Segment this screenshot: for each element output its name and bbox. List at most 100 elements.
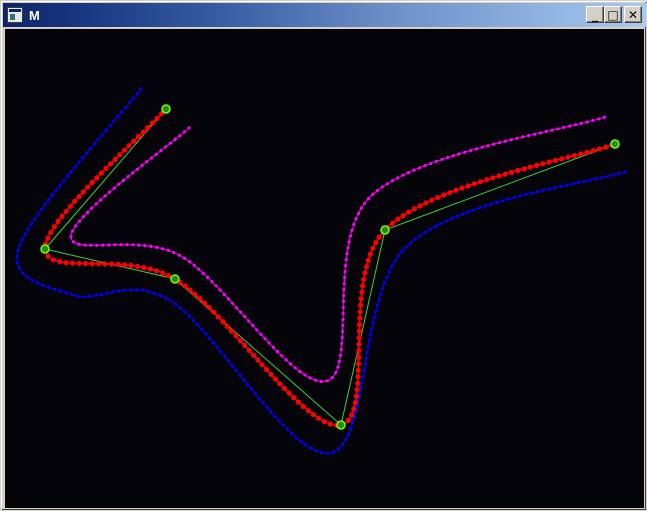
- window-title: M: [29, 7, 41, 23]
- outer-curve-point: [242, 378, 246, 382]
- outer-curve-point: [393, 259, 397, 263]
- inner-curve-point: [341, 299, 346, 304]
- center-curve-point: [102, 261, 108, 267]
- outer-curve-point: [191, 318, 195, 322]
- outer-curve-point: [20, 237, 24, 242]
- app-icon[interactable]: [7, 7, 23, 23]
- center-curve-point: [590, 148, 596, 154]
- close-button[interactable]: ✕: [624, 6, 642, 23]
- inner-curve-point: [280, 354, 284, 358]
- inner-curve-point: [101, 243, 105, 247]
- minimize-button[interactable]: _: [586, 6, 604, 23]
- inner-curve-point: [206, 275, 210, 279]
- center-curve-point: [131, 138, 137, 144]
- outer-offset-curve: [15, 87, 628, 455]
- center-curve-point: [477, 179, 484, 185]
- outer-curve-point: [92, 142, 96, 146]
- outer-curve-point: [93, 294, 97, 298]
- curve-plot[interactable]: [5, 29, 644, 508]
- outer-curve-point: [361, 374, 365, 378]
- center-curve-point: [206, 305, 212, 311]
- center-curve-point: [63, 208, 69, 214]
- inner-curve-point: [451, 154, 455, 158]
- outer-curve-point: [16, 249, 20, 253]
- inner-curve-point: [226, 297, 231, 301]
- outer-curve-point: [541, 188, 545, 192]
- inner-curve-point: [401, 173, 405, 177]
- center-curve-point: [45, 235, 51, 241]
- control-point-handle[interactable]: [610, 139, 620, 149]
- inner-curve-point: [149, 156, 154, 160]
- center-curve-point: [559, 156, 565, 162]
- center-curve-point: [108, 161, 114, 167]
- control-point-handle[interactable]: [336, 420, 346, 430]
- outer-curve-point: [518, 194, 522, 198]
- inner-curve-point: [338, 353, 343, 357]
- center-curve-point: [70, 260, 76, 266]
- outer-curve-point: [178, 306, 182, 310]
- outer-curve-point: [450, 216, 454, 221]
- outer-curve-point: [304, 443, 308, 447]
- maximize-button[interactable]: □: [604, 6, 622, 23]
- outer-curve-point: [379, 292, 383, 296]
- control-point-handle[interactable]: [161, 104, 171, 114]
- outer-curve-point: [400, 249, 404, 253]
- outer-curve-point: [211, 341, 215, 345]
- center-curve-point: [72, 198, 78, 204]
- center-curve-point: [435, 194, 441, 201]
- outer-curve-point: [253, 392, 257, 396]
- outer-curve-point: [344, 437, 348, 442]
- title-bar[interactable]: M _ □ ✕: [3, 3, 646, 27]
- center-curve-point: [502, 171, 508, 177]
- center-curve-point: [390, 220, 396, 226]
- center-curve-point: [83, 260, 89, 267]
- inner-curve-point: [492, 142, 496, 146]
- inner-curve-point: [289, 362, 293, 366]
- inner-curve-point: [463, 150, 467, 154]
- inner-curve-point: [303, 373, 307, 377]
- center-curve-point: [115, 261, 121, 267]
- center-curve-point: [354, 387, 360, 393]
- center-curve-point: [359, 289, 365, 295]
- inner-curve-point: [341, 305, 345, 310]
- outer-curve-point: [40, 207, 44, 211]
- inner-curve-point: [149, 244, 153, 248]
- outer-curve-point: [281, 423, 285, 427]
- center-curve-point: [128, 262, 134, 269]
- center-curve-point: [237, 338, 243, 344]
- outer-curve-point: [413, 237, 417, 241]
- outer-curve-point: [390, 264, 394, 268]
- center-curve-point: [149, 120, 156, 126]
- outer-curve-point: [77, 160, 81, 164]
- control-point-handle[interactable]: [380, 225, 390, 235]
- inner-curve-point: [271, 345, 275, 349]
- center-curve-point: [521, 166, 527, 172]
- center-curve-point: [153, 268, 159, 274]
- center-curve-point: [135, 134, 142, 140]
- control-point-handle[interactable]: [40, 244, 50, 254]
- inner-curve-point: [340, 329, 345, 334]
- outer-curve-point: [404, 245, 408, 249]
- inner-curve-point: [591, 118, 595, 123]
- center-curve-point: [201, 300, 208, 306]
- outer-curve-point: [559, 184, 563, 188]
- inner-curve-point: [350, 228, 354, 232]
- outer-curve-point: [367, 339, 372, 343]
- inner-curve-point: [486, 144, 490, 148]
- outer-curve-point: [444, 219, 448, 223]
- outer-curve-point: [455, 214, 459, 218]
- center-curve-point: [246, 347, 252, 353]
- inner-curve-point: [340, 335, 344, 340]
- outer-curve-point: [418, 234, 422, 238]
- inner-curve-point: [267, 341, 271, 345]
- inner-curve-point: [385, 182, 389, 186]
- inner-curve-point: [440, 157, 444, 161]
- outer-curve-point: [131, 96, 135, 100]
- inner-curve-point: [197, 267, 201, 271]
- center-curve-point: [534, 162, 540, 168]
- center-curve-point: [187, 287, 193, 293]
- outer-curve-point: [617, 171, 622, 175]
- inner-curve-point: [325, 379, 329, 383]
- control-point-handle[interactable]: [170, 274, 180, 284]
- drawing-canvas[interactable]: [5, 29, 644, 508]
